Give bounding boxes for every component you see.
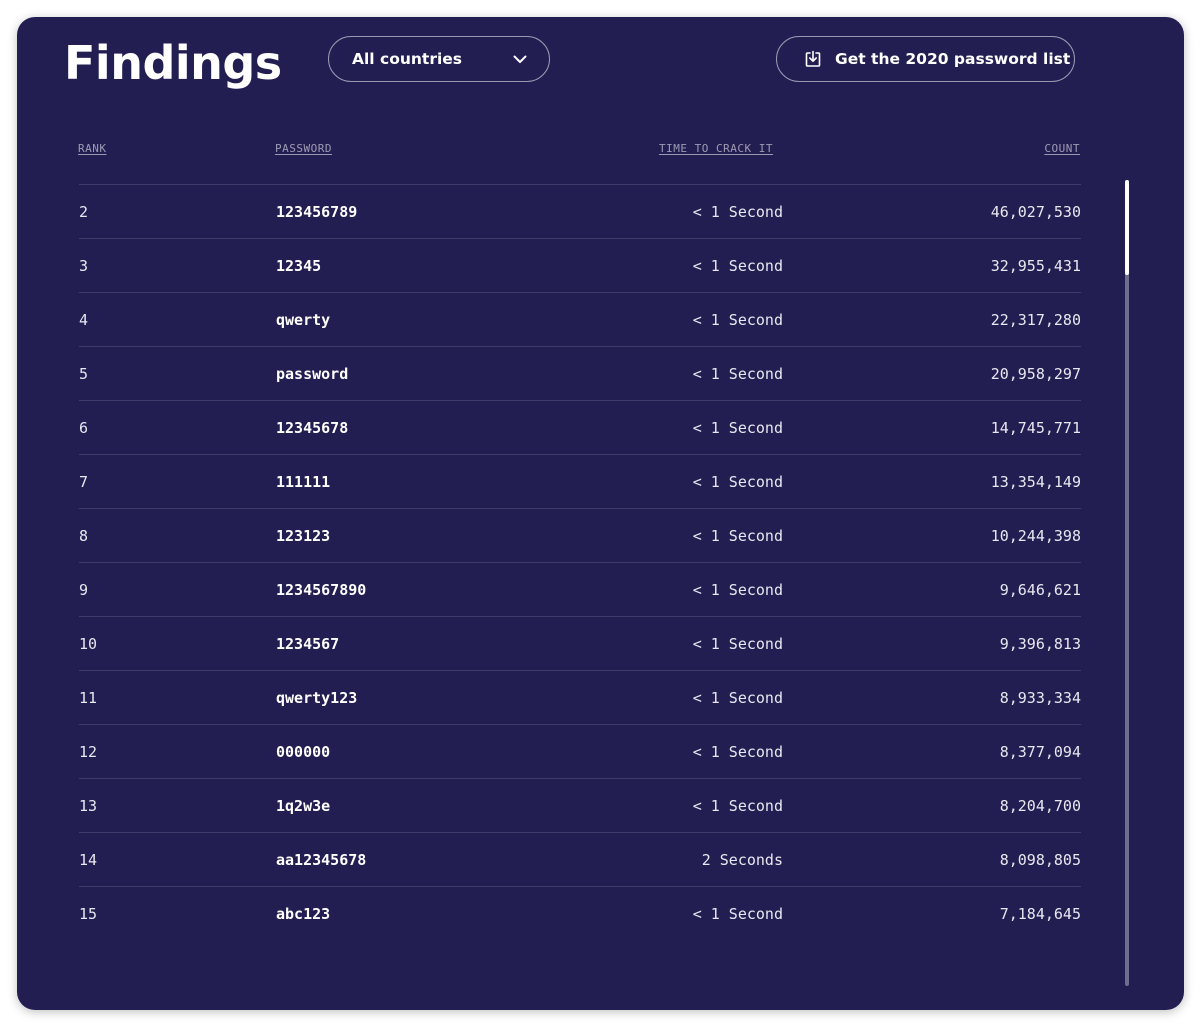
cell-rank: 12 (79, 743, 98, 761)
cell-time-to-crack: < 1 Second (692, 365, 783, 383)
cell-rank: 11 (79, 689, 98, 707)
cell-count: 46,027,530 (990, 203, 1081, 221)
cell-count: 13,354,149 (990, 473, 1081, 491)
cell-password: qwerty123 (276, 689, 358, 707)
cell-rank: 7 (79, 473, 89, 491)
cell-time-to-crack: < 1 Second (692, 311, 783, 329)
table-row: 15 abc123 < 1 Second 7,184,645 (79, 886, 1081, 940)
table-row: 4 qwerty < 1 Second 22,317,280 (79, 292, 1081, 346)
cell-time-to-crack: < 1 Second (692, 689, 783, 707)
table-row: 11 qwerty123 < 1 Second 8,933,334 (79, 670, 1081, 724)
cell-password: 1234567890 (276, 581, 367, 599)
cell-time-to-crack: 2 Seconds (701, 851, 783, 869)
cell-time-to-crack: < 1 Second (692, 527, 783, 545)
cell-time-to-crack: < 1 Second (692, 473, 783, 491)
cell-count: 9,646,621 (999, 581, 1081, 599)
column-header-password[interactable]: PASSWORD (275, 142, 332, 155)
table-row: 8 123123 < 1 Second 10,244,398 (79, 508, 1081, 562)
table-row: 9 1234567890 < 1 Second 9,646,621 (79, 562, 1081, 616)
cell-count: 7,184,645 (999, 905, 1081, 923)
cell-count: 22,317,280 (990, 311, 1081, 329)
table-row: 6 12345678 < 1 Second 14,745,771 (79, 400, 1081, 454)
cell-count: 32,955,431 (990, 257, 1081, 275)
cell-password: password (276, 365, 349, 383)
table-row: 3 12345 < 1 Second 32,955,431 (79, 238, 1081, 292)
cell-count: 8,098,805 (999, 851, 1081, 869)
cell-rank: 10 (79, 635, 98, 653)
download-password-list-button[interactable]: Get the 2020 password list (776, 36, 1075, 82)
column-header-rank[interactable]: RANK (78, 142, 107, 155)
cell-password: abc123 (276, 905, 331, 923)
cell-time-to-crack: < 1 Second (692, 797, 783, 815)
cell-time-to-crack: < 1 Second (692, 419, 783, 437)
cell-rank: 9 (79, 581, 89, 599)
download-button-label: Get the 2020 password list (835, 50, 1071, 68)
download-icon (804, 50, 822, 68)
cell-rank: 13 (79, 797, 98, 815)
cell-count: 8,933,334 (999, 689, 1081, 707)
table-header: RANK PASSWORD TIME TO CRACK IT COUNT (78, 142, 1080, 158)
column-header-time-to-crack[interactable]: TIME TO CRACK IT (659, 142, 773, 155)
cell-count: 8,377,094 (999, 743, 1081, 761)
column-header-count[interactable]: COUNT (1044, 142, 1080, 155)
cell-count: 10,244,398 (990, 527, 1081, 545)
cell-time-to-crack: < 1 Second (692, 905, 783, 923)
cell-password: 1234567 (276, 635, 340, 653)
cell-rank: 6 (79, 419, 89, 437)
cell-time-to-crack: < 1 Second (692, 581, 783, 599)
table-row: 7 111111 < 1 Second 13,354,149 (79, 454, 1081, 508)
cell-password: 000000 (276, 743, 331, 761)
cell-count: 14,745,771 (990, 419, 1081, 437)
cell-count: 9,396,813 (999, 635, 1081, 653)
table-row: 2 123456789 < 1 Second 46,027,530 (79, 184, 1081, 238)
cell-password: 123456789 (276, 203, 358, 221)
cell-rank: 4 (79, 311, 89, 329)
country-select[interactable]: All countries (328, 36, 550, 82)
cell-password: 12345678 (276, 419, 349, 437)
cell-time-to-crack: < 1 Second (692, 203, 783, 221)
chevron-down-icon (513, 52, 527, 66)
cell-time-to-crack: < 1 Second (692, 743, 783, 761)
country-select-value: All countries (352, 50, 463, 68)
cell-time-to-crack: < 1 Second (692, 257, 783, 275)
cell-password: aa12345678 (276, 851, 367, 869)
password-table-body[interactable]: 2 123456789 < 1 Second 46,027,530 3 12345 < 1 … (79, 184, 1081, 974)
page-title: Findings (64, 36, 282, 90)
cell-rank: 2 (79, 203, 89, 221)
cell-password: 111111 (276, 473, 331, 491)
cell-time-to-crack: < 1 Second (692, 635, 783, 653)
cell-rank: 14 (79, 851, 98, 869)
scrollbar-thumb[interactable] (1125, 180, 1129, 275)
cell-rank: 15 (79, 905, 98, 923)
cell-count: 20,958,297 (990, 365, 1081, 383)
scrollbar-track[interactable] (1125, 180, 1129, 986)
cell-password: 12345 (276, 257, 322, 275)
cell-rank: 8 (79, 527, 89, 545)
cell-rank: 3 (79, 257, 89, 275)
cell-password: 123123 (276, 527, 331, 545)
cell-password: 1q2w3e (276, 797, 331, 815)
table-row: 13 1q2w3e < 1 Second 8,204,700 (79, 778, 1081, 832)
findings-panel: Findings All countries Get the 2020 pass… (17, 17, 1184, 1010)
cell-rank: 5 (79, 365, 89, 383)
table-row: 12 000000 < 1 Second 8,377,094 (79, 724, 1081, 778)
table-row: 10 1234567 < 1 Second 9,396,813 (79, 616, 1081, 670)
table-row: 5 password < 1 Second 20,958,297 (79, 346, 1081, 400)
table-row: 14 aa12345678 2 Seconds 8,098,805 (79, 832, 1081, 886)
cell-password: qwerty (276, 311, 331, 329)
cell-count: 8,204,700 (999, 797, 1081, 815)
